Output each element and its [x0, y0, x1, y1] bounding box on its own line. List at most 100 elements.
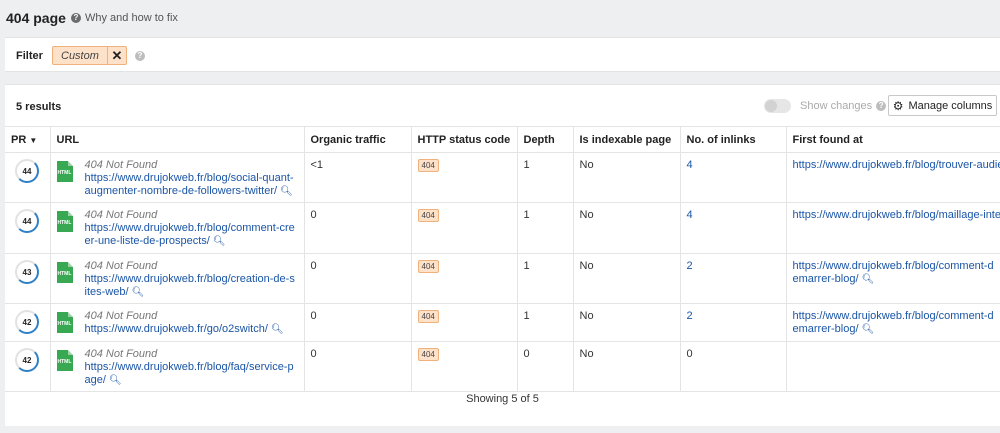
first-found-cell — [785, 341, 1000, 392]
inlinks-cell: 4 — [679, 152, 787, 203]
filter-bar: Filter Custom ✕ ? — [5, 37, 1000, 72]
html-file-icon: HTML — [56, 350, 73, 371]
pr-cell: 42 — [5, 303, 51, 342]
table-row: 42 HTML 404 Not Found https://www.drujokwe… — [5, 341, 1000, 392]
depth-cell: 1 — [516, 152, 574, 203]
question-circle-icon: ? — [71, 13, 81, 23]
status-badge: 404 — [417, 209, 439, 222]
top-bar: 404 page ? Why and how to fix — [0, 0, 1000, 37]
pr-score: 42 — [15, 348, 39, 372]
pr-cell: 43 — [5, 253, 51, 304]
organic-traffic-cell: <1 — [303, 152, 412, 203]
pr-cell: 42 — [5, 341, 51, 392]
url-cell: HTML 404 Not Found https://www.drujokweb.f… — [49, 341, 305, 392]
question-circle-icon[interactable]: ? — [876, 101, 887, 111]
magnifier-icon[interactable]: 🔍︎ — [862, 274, 875, 285]
status-text: 404 Not Found — [84, 209, 158, 221]
url-link[interactable]: https://www.drujokweb.fr/blog/comment-cr… — [85, 222, 295, 247]
indexable-cell: No — [572, 303, 681, 342]
show-changes-toggle[interactable] — [764, 99, 791, 113]
magnifier-icon[interactable]: 🔍︎ — [271, 324, 284, 335]
html-file-icon: HTML — [56, 262, 73, 283]
show-changes-label: Show changes ? — [800, 100, 887, 112]
indexable-cell: No — [572, 202, 681, 254]
html-file-icon: HTML — [56, 161, 73, 182]
column-header-url[interactable]: URL — [49, 126, 305, 153]
inlinks-link[interactable]: 2 — [687, 310, 693, 322]
first-found-link[interactable]: https://www.drujokweb.fr/blog/comment-de… — [793, 260, 994, 285]
first-found-cell: https://www.drujokweb.fr/blog/trouver-au… — [785, 152, 1000, 203]
help-link[interactable]: ? Why and how to fix — [71, 12, 178, 24]
table-footer: Showing 5 of 5 — [466, 393, 539, 405]
page-title: 404 page — [6, 10, 66, 26]
pr-score: 44 — [15, 209, 39, 233]
url-link[interactable]: https://www.drujokweb.fr/blog/creation-d… — [85, 273, 295, 298]
gear-icon: ⚙ — [892, 98, 904, 113]
magnifier-icon[interactable]: 🔍︎ — [132, 287, 145, 298]
first-found-link[interactable]: https://www.drujokweb.fr/blog/trouver-au… — [793, 159, 1000, 171]
first-found-cell: https://www.drujokweb.fr/blog/maillage-i… — [785, 202, 1000, 254]
organic-traffic-cell: 0 — [303, 253, 412, 304]
pr-cell: 44 — [5, 202, 51, 254]
http-status-cell: 404 — [410, 202, 518, 254]
http-status-cell: 404 — [410, 303, 518, 342]
first-found-link[interactable]: https://www.drujokweb.fr/blog/maillage-i… — [793, 209, 1000, 221]
depth-cell: 1 — [516, 202, 574, 254]
depth-cell: 1 — [516, 253, 574, 304]
inlinks-cell: 2 — [679, 253, 787, 304]
column-header-depth[interactable]: Depth — [516, 126, 574, 153]
depth-cell: 1 — [516, 303, 574, 342]
inlinks-cell: 4 — [679, 202, 787, 254]
inlinks-link[interactable]: 4 — [687, 159, 693, 171]
column-header-inlinks[interactable]: No. of inlinks — [679, 126, 787, 153]
first-found-cell: https://www.drujokweb.fr/blog/comment-de… — [785, 253, 1000, 304]
organic-traffic-cell: 0 — [303, 341, 412, 392]
column-header-pr[interactable]: PR ▼ — [5, 126, 51, 153]
indexable-cell: No — [572, 341, 681, 392]
inlinks-link[interactable]: 2 — [687, 260, 693, 272]
table-header-row: PR ▼ URL Organic traffic HTTP status cod… — [5, 126, 1000, 153]
results-panel: 5 results Show changes ? ⚙ Manage column… — [5, 84, 1000, 426]
inlinks-cell: 0 — [679, 341, 787, 392]
url-link[interactable]: https://www.drujokweb.fr/blog/social-qua… — [85, 172, 294, 197]
status-badge: 404 — [417, 260, 439, 273]
close-icon[interactable]: ✕ — [106, 47, 126, 64]
organic-traffic-cell: 0 — [303, 202, 412, 254]
magnifier-icon[interactable]: 🔍︎ — [862, 324, 875, 335]
pr-score: 44 — [15, 159, 39, 183]
results-count: 5 results — [16, 101, 62, 113]
show-changes-text: Show changes — [800, 100, 873, 112]
magnifier-icon[interactable]: 🔍︎ — [213, 236, 226, 247]
magnifier-icon[interactable]: 🔍︎ — [280, 186, 293, 197]
help-link-label: Why and how to fix — [85, 12, 178, 24]
table-row: 42 HTML 404 Not Found https://www.drujokwe… — [5, 303, 1000, 342]
filter-chip-label: Custom — [61, 49, 99, 62]
pr-score: 43 — [15, 260, 39, 284]
indexable-cell: No — [572, 253, 681, 304]
filter-label: Filter — [16, 50, 43, 62]
status-badge: 404 — [417, 310, 439, 323]
sort-down-icon: ▼ — [29, 136, 38, 145]
html-file-icon: HTML — [56, 211, 73, 232]
url-cell: HTML 404 Not Found https://www.drujokweb.f… — [49, 152, 305, 203]
organic-traffic-cell: 0 — [303, 303, 412, 342]
url-cell: HTML 404 Not Found https://www.drujokweb.f… — [49, 253, 305, 304]
filter-chip[interactable]: Custom ✕ — [52, 46, 127, 65]
question-circle-icon[interactable]: ? — [135, 51, 145, 61]
column-header-indexable[interactable]: Is indexable page — [572, 126, 681, 153]
first-found-cell: https://www.drujokweb.fr/blog/comment-de… — [785, 303, 1000, 342]
table-row: 44 HTML 404 Not Found https://www.drujokwe… — [5, 152, 1000, 203]
first-found-link[interactable]: https://www.drujokweb.fr/blog/comment-de… — [793, 310, 994, 335]
manage-columns-button[interactable]: ⚙ Manage columns — [888, 95, 997, 116]
url-cell: HTML 404 Not Found https://www.drujokweb.f… — [49, 202, 305, 254]
pr-score: 42 — [15, 310, 39, 334]
url-link[interactable]: https://www.drujokweb.fr/go/o2switch/ — [85, 323, 268, 335]
pr-cell: 44 — [5, 152, 51, 203]
column-header-organic-traffic[interactable]: Organic traffic — [303, 126, 412, 153]
magnifier-icon[interactable]: 🔍︎ — [109, 375, 122, 386]
column-header-http-status[interactable]: HTTP status code — [410, 126, 518, 153]
inlinks-link[interactable]: 4 — [687, 209, 693, 221]
indexable-cell: No — [572, 152, 681, 203]
column-header-first-found[interactable]: First found at — [785, 126, 1000, 153]
results-table: PR ▼ URL Organic traffic HTTP status cod… — [5, 126, 1000, 392]
